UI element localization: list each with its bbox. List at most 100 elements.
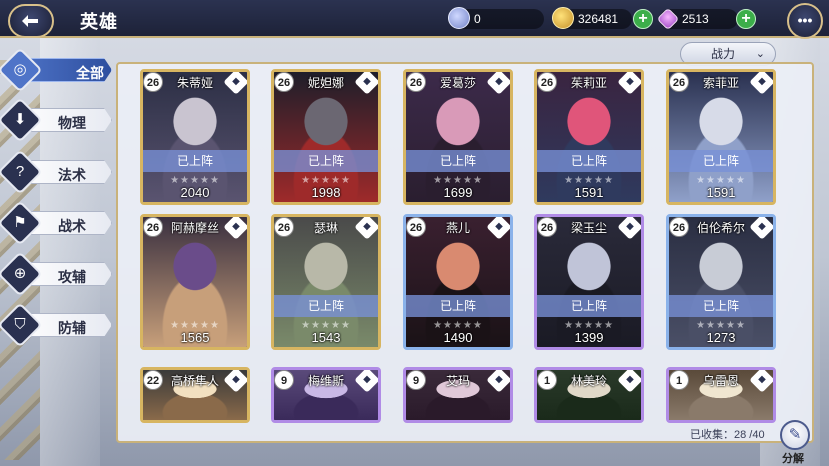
hero-card[interactable]: 林美玲 1 ◆ <box>534 367 644 423</box>
hero-level: 26 <box>143 217 163 237</box>
hero-class-icon: ◆ <box>617 370 641 393</box>
hero-class-icon: ◆ <box>354 217 378 240</box>
hero-level: 26 <box>143 72 163 92</box>
hero-card[interactable]: 瑟琳 26 ◆ 已上阵 ★★★★★ 1543 <box>271 214 381 350</box>
gold-counter: 326481 <box>552 7 632 29</box>
gold-coin-icon <box>552 7 574 29</box>
tab-label: 物理 <box>58 115 86 131</box>
hero-level: 1 <box>537 370 557 390</box>
tactic-icon: ⚑ <box>0 200 43 246</box>
sort-label: 战力 <box>711 47 736 61</box>
deployed-status: 已上阵 <box>406 150 510 172</box>
attack-support-icon: ⊕ <box>0 251 43 297</box>
hero-class-icon: ◆ <box>354 370 378 393</box>
hero-level: 26 <box>537 72 557 92</box>
hero-power: 1543 <box>311 330 341 345</box>
hero-power: 1699 <box>443 185 473 200</box>
collection-count: 已收集：28 /40 <box>690 429 765 441</box>
currency-a-icon <box>448 7 470 29</box>
hero-power: 2040 <box>180 185 210 200</box>
hero-class-icon: ◆ <box>749 370 773 393</box>
currency-a-value: 0 <box>474 12 481 26</box>
hero-class-icon: ◆ <box>354 72 378 95</box>
deployed-status: 已上阵 <box>669 150 773 172</box>
add-gold-button[interactable]: + <box>633 9 653 29</box>
more-menu-button[interactable]: ••• <box>787 3 823 39</box>
tab-label: 攻辅 <box>58 269 86 285</box>
shield-icon: ⛉ <box>0 302 43 348</box>
hero-level: 9 <box>406 370 426 390</box>
deployed-status: 已上阵 <box>274 150 378 172</box>
tab-label: 全部 <box>76 65 104 81</box>
hero-card[interactable]: 梁玉尘 26 ◆ 已上阵 ★★★★★ 1399 <box>534 214 644 350</box>
hero-level: 26 <box>669 217 689 237</box>
hero-card[interactable]: 爱葛莎 26 ◆ 已上阵 ★★★★★ 1699 <box>403 69 513 205</box>
deployed-status: 已上阵 <box>143 150 247 172</box>
tab-0[interactable]: ◎ 全部 <box>0 47 112 93</box>
back-button[interactable] <box>8 4 54 38</box>
hero-class-icon: ◆ <box>749 217 773 240</box>
decompose-icon: ✎ <box>780 420 810 450</box>
tab-label: 防辅 <box>58 320 86 336</box>
tab-label: 战术 <box>58 218 86 234</box>
hero-card[interactable]: 艾玛 9 ◆ <box>403 367 513 423</box>
decompose-button[interactable]: ✎ 分解 <box>776 420 816 465</box>
tab-label: 法术 <box>58 167 86 183</box>
hero-power: 1565 <box>180 330 210 345</box>
gem-counter: 2513 <box>656 7 738 31</box>
hero-card[interactable]: 乌雷恩 1 ◆ <box>666 367 776 423</box>
magic-icon: ? <box>0 149 43 195</box>
add-gem-button[interactable]: + <box>736 9 756 29</box>
hero-class-icon: ◆ <box>486 370 510 393</box>
tab-3[interactable]: ⚑ 战术 <box>0 200 112 246</box>
hero-class-icon: ◆ <box>749 72 773 95</box>
hero-class-icon: ◆ <box>486 217 510 240</box>
tab-1[interactable]: ⬇ 物理 <box>0 97 112 143</box>
hero-card[interactable]: 梅维斯 9 ◆ <box>271 367 381 423</box>
deployed-status: 已上阵 <box>537 295 641 317</box>
hero-class-icon: ◆ <box>617 72 641 95</box>
currency-a-counter: 0 <box>448 7 544 29</box>
hero-card[interactable]: 阿赫摩丝 26 ◆ ★★★★★ 1565 <box>140 214 250 350</box>
deployed-status: 已上阵 <box>274 295 378 317</box>
background-pillar <box>40 30 100 466</box>
sword-icon: ⬇ <box>0 97 43 143</box>
hero-power: 1399 <box>574 330 604 345</box>
hero-card[interactable]: 茱莉亚 26 ◆ 已上阵 ★★★★★ 1591 <box>534 69 644 205</box>
hero-class-icon: ◆ <box>617 217 641 240</box>
hero-level: 22 <box>143 370 163 390</box>
hero-card[interactable]: 朱蒂娅 26 ◆ 已上阵 ★★★★★ 2040 <box>140 69 250 205</box>
hero-level: 26 <box>274 72 294 92</box>
tab-4[interactable]: ⊕ 攻辅 <box>0 251 112 297</box>
gem-value: 2513 <box>682 12 709 26</box>
hero-power: 1273 <box>706 330 736 345</box>
hero-level: 26 <box>406 217 426 237</box>
hero-card[interactable]: 高桥隼人 22 ◆ <box>140 367 250 423</box>
hero-power: 1490 <box>443 330 473 345</box>
gold-value: 326481 <box>578 12 619 26</box>
back-arrow-icon <box>22 15 38 27</box>
tab-5[interactable]: ⛉ 防辅 <box>0 302 112 348</box>
top-bar: 英雄 0 326481 + 2513 + ••• <box>0 0 829 39</box>
deployed-status: 已上阵 <box>406 295 510 317</box>
deployed-status: 已上阵 <box>669 295 773 317</box>
hero-level: 26 <box>537 217 557 237</box>
hero-power: 1591 <box>574 185 604 200</box>
tab-2[interactable]: ? 法术 <box>0 149 112 195</box>
hero-card[interactable]: 索菲亚 26 ◆ 已上阵 ★★★★★ 1591 <box>666 69 776 205</box>
decompose-label: 分解 <box>782 453 804 465</box>
hero-level: 9 <box>274 370 294 390</box>
hero-power: 1998 <box>311 185 341 200</box>
page-title: 英雄 <box>80 12 118 32</box>
hero-level: 26 <box>669 72 689 92</box>
hero-class-icon: ◆ <box>223 217 247 240</box>
hero-card[interactable]: 伯伦希尔 26 ◆ 已上阵 ★★★★★ 1273 <box>666 214 776 350</box>
hero-power: 1591 <box>706 185 736 200</box>
hero-card[interactable]: 燕儿 26 ◆ 已上阵 ★★★★★ 1490 <box>403 214 513 350</box>
gem-icon <box>656 7 680 31</box>
ring-icon: ◎ <box>0 47 43 93</box>
hero-card[interactable]: 妮妲娜 26 ◆ 已上阵 ★★★★★ 1998 <box>271 69 381 205</box>
deployed-status: 已上阵 <box>537 150 641 172</box>
hero-class-icon: ◆ <box>223 72 247 95</box>
hero-level: 1 <box>669 370 689 390</box>
